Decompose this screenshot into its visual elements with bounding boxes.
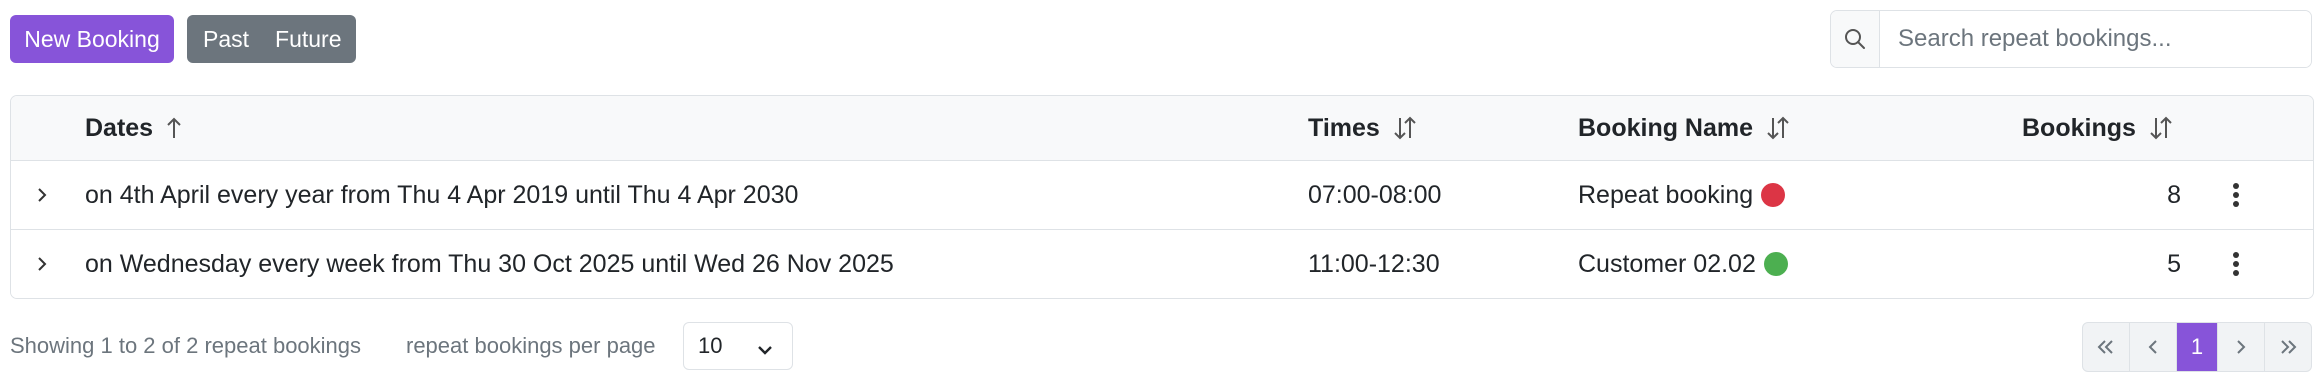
first-page-icon[interactable] — [2083, 323, 2130, 371]
column-times[interactable]: Times — [1308, 96, 1418, 160]
row-bookings-count: 8 — [2167, 180, 2181, 209]
sort-icon — [2148, 115, 2174, 141]
row-actions-kebab-icon[interactable] — [2221, 230, 2251, 298]
repeat-bookings-table: Dates Times Booking Name Bookings on 4th… — [10, 95, 2314, 299]
per-page-select[interactable]: 10 — [683, 322, 793, 370]
sort-icon — [1765, 115, 1791, 141]
per-page-label: repeat bookings per page — [406, 333, 656, 358]
row-booking-name: Repeat booking — [1578, 161, 1786, 229]
column-booking-name-label: Booking Name — [1578, 113, 1754, 142]
toolbar: New Booking Past Future — [10, 10, 2312, 68]
row-bookings-count: 5 — [2167, 249, 2181, 278]
table-footer: Showing 1 to 2 of 2 repeat bookings repe… — [10, 322, 2312, 372]
results-info: Showing 1 to 2 of 2 repeat bookings — [10, 333, 362, 358]
new-booking-button[interactable]: New Booking — [10, 15, 174, 63]
pagination: 1 — [2082, 322, 2312, 372]
page-button-current[interactable]: 1 — [2177, 323, 2218, 371]
column-dates-label: Dates — [85, 113, 154, 142]
time-filter-group: Past Future — [187, 15, 356, 63]
last-page-icon[interactable] — [2265, 323, 2311, 371]
row-booking-name: Customer 02.02 — [1578, 230, 1788, 298]
table-row[interactable]: on 4th April every year from Thu 4 Apr 2… — [11, 161, 2313, 230]
column-times-label: Times — [1308, 113, 1380, 142]
search-input[interactable] — [1880, 11, 2311, 67]
sort-icon — [1392, 115, 1418, 141]
previous-page-icon[interactable] — [2130, 323, 2177, 371]
row-dates: on Wednesday every week from Thu 30 Oct … — [85, 249, 894, 278]
search-box — [1830, 10, 2312, 68]
past-button[interactable]: Past — [187, 15, 263, 63]
booking-name-text: Repeat booking — [1578, 180, 1754, 209]
status-dot-icon — [1761, 183, 1786, 207]
column-bookings-label: Bookings — [2022, 113, 2136, 142]
status-dot-icon — [1763, 252, 1788, 276]
search-icon — [1831, 11, 1880, 67]
table-row[interactable]: on Wednesday every week from Thu 30 Oct … — [11, 230, 2313, 298]
chevron-down-icon — [756, 337, 774, 363]
row-times: 11:00-12:30 — [1308, 249, 1440, 278]
column-dates[interactable]: Dates — [85, 96, 183, 160]
expand-chevron-icon[interactable] — [27, 161, 57, 229]
booking-name-text: Customer 02.02 — [1578, 249, 1756, 278]
column-booking-name[interactable]: Booking Name — [1578, 96, 1791, 160]
expand-chevron-icon[interactable] — [27, 230, 57, 298]
column-bookings[interactable]: Bookings — [2022, 96, 2174, 160]
sort-ascending-icon — [165, 116, 183, 140]
table-header: Dates Times Booking Name Bookings — [11, 96, 2313, 161]
per-page-value: 10 — [698, 333, 723, 358]
row-dates: on 4th April every year from Thu 4 Apr 2… — [85, 180, 799, 209]
future-button[interactable]: Future — [263, 15, 355, 63]
row-times: 07:00-08:00 — [1308, 180, 1442, 209]
next-page-icon[interactable] — [2218, 323, 2265, 371]
row-actions-kebab-icon[interactable] — [2221, 161, 2251, 229]
